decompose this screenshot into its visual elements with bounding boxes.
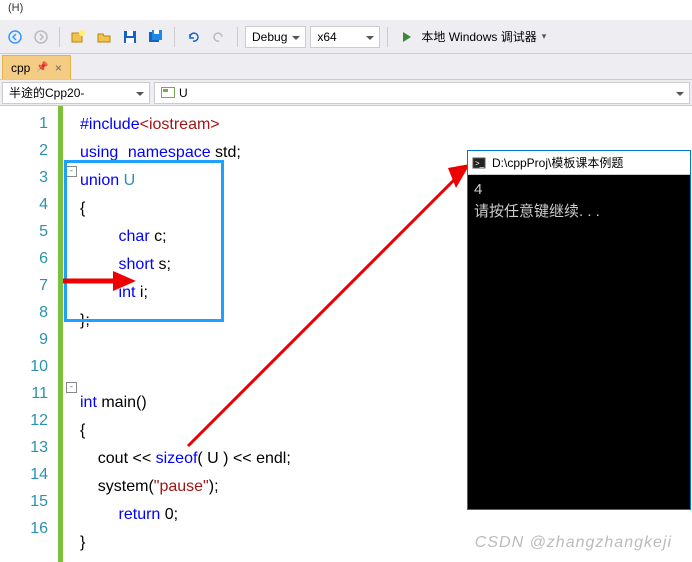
nav-back-button[interactable] bbox=[4, 26, 26, 48]
pin-icon[interactable]: 📌 bbox=[36, 62, 48, 73]
nav-fwd-button[interactable] bbox=[30, 26, 52, 48]
change-marker bbox=[58, 106, 63, 562]
symbol-select[interactable]: U bbox=[154, 82, 690, 104]
console-titlebar[interactable]: >_ D:\cppProj\模板课本例题 bbox=[468, 151, 690, 175]
cmd-icon: >_ bbox=[472, 156, 486, 170]
line-gutter: 12345678910111213141516 bbox=[0, 106, 58, 562]
svg-text:>_: >_ bbox=[475, 159, 485, 168]
scope-select[interactable]: 半途的Cpp20- bbox=[2, 82, 150, 104]
menu-bar: (H) bbox=[0, 0, 692, 20]
open-icon[interactable] bbox=[93, 26, 115, 48]
save-all-icon[interactable] bbox=[145, 26, 167, 48]
fold-icon[interactable]: - bbox=[66, 382, 77, 393]
redo-icon[interactable] bbox=[208, 26, 230, 48]
menu-help[interactable]: (H) bbox=[8, 2, 23, 14]
close-icon[interactable]: × bbox=[55, 61, 62, 75]
tab-cpp[interactable]: cpp 📌 × bbox=[2, 55, 71, 79]
play-icon bbox=[403, 32, 416, 42]
toolbar: Debug x64 本地 Windows 调试器 ▾ bbox=[0, 20, 692, 54]
fold-icon[interactable]: - bbox=[66, 166, 77, 177]
console-title: D:\cppProj\模板课本例题 bbox=[492, 154, 623, 171]
new-project-icon[interactable] bbox=[67, 26, 89, 48]
console-output: 4 请按任意键继续. . . bbox=[468, 175, 690, 227]
config-select[interactable]: Debug bbox=[245, 26, 306, 48]
struct-icon bbox=[161, 87, 175, 98]
undo-icon[interactable] bbox=[182, 26, 204, 48]
start-debug-button[interactable]: 本地 Windows 调试器 ▾ bbox=[395, 25, 554, 49]
platform-select[interactable]: x64 bbox=[310, 26, 380, 48]
document-tabs: cpp 📌 × bbox=[0, 54, 692, 80]
nav-bar: 半途的Cpp20- U bbox=[0, 80, 692, 106]
watermark: CSDN @zhangzhangkeji bbox=[475, 534, 672, 552]
console-window: >_ D:\cppProj\模板课本例题 4 请按任意键继续. . . bbox=[467, 150, 691, 510]
save-icon[interactable] bbox=[119, 26, 141, 48]
tab-label: cpp bbox=[11, 61, 30, 75]
